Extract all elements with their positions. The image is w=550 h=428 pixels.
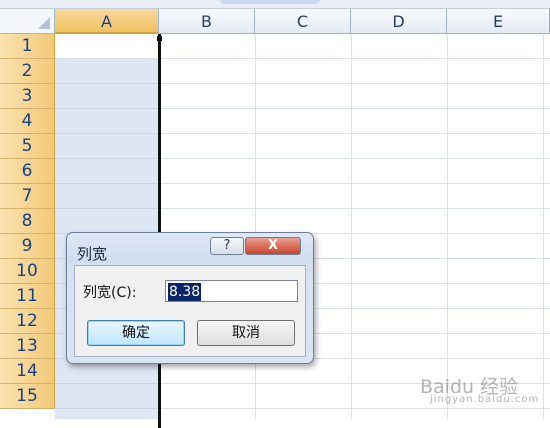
ribbon-tab-hint bbox=[220, 0, 320, 4]
select-all-triangle-icon bbox=[38, 17, 50, 29]
column-header-b[interactable]: B bbox=[159, 9, 255, 34]
row-header[interactable]: 5 bbox=[0, 134, 55, 159]
row-header[interactable]: 9 bbox=[0, 234, 55, 259]
column-header-c[interactable]: C bbox=[255, 9, 351, 34]
watermark-logo: Baidu 经验 jingyan.baidu.com bbox=[420, 372, 538, 405]
help-button[interactable]: ? bbox=[210, 237, 244, 255]
dialog-body: 列宽(C): 8.38 确定 取消 bbox=[74, 265, 306, 357]
cancel-button[interactable]: 取消 bbox=[197, 320, 295, 346]
column-header-e[interactable]: E bbox=[447, 9, 550, 34]
ribbon-bottom-edge bbox=[0, 0, 550, 9]
close-button[interactable]: X bbox=[245, 237, 301, 255]
row-header[interactable]: 8 bbox=[0, 209, 55, 234]
ok-button[interactable]: 确定 bbox=[87, 320, 185, 346]
row-header[interactable]: 2 bbox=[0, 59, 55, 84]
row-header[interactable]: 7 bbox=[0, 184, 55, 209]
row-header[interactable]: 13 bbox=[0, 334, 55, 359]
selection-fill-handle[interactable] bbox=[157, 36, 162, 41]
column-header-d[interactable]: D bbox=[351, 9, 447, 34]
row-header[interactable]: 6 bbox=[0, 159, 55, 184]
row-header[interactable]: 10 bbox=[0, 259, 55, 284]
column-width-input[interactable]: 8.38 bbox=[165, 280, 298, 302]
row-header[interactable]: 4 bbox=[0, 109, 55, 134]
row-header[interactable]: 12 bbox=[0, 309, 55, 334]
select-all-corner[interactable] bbox=[0, 9, 55, 34]
row-header[interactable]: 11 bbox=[0, 284, 55, 309]
column-header-a[interactable]: A bbox=[55, 9, 159, 34]
column-width-label: 列宽(C): bbox=[83, 285, 137, 301]
row-header[interactable]: 15 bbox=[0, 384, 55, 409]
row-header[interactable]: 1 bbox=[0, 34, 55, 59]
row-header[interactable]: 3 bbox=[0, 84, 55, 109]
dialog-title: 列宽 bbox=[77, 245, 108, 263]
watermark-subtext: jingyan.baidu.com bbox=[430, 394, 540, 405]
active-cell-a1[interactable] bbox=[55, 34, 159, 59]
row-header[interactable]: 14 bbox=[0, 359, 55, 384]
column-width-value: 8.38 bbox=[168, 283, 202, 301]
column-border-drag-line[interactable] bbox=[158, 34, 161, 428]
column-width-dialog: 列宽 ? X 列宽(C): 8.38 确定 取消 bbox=[66, 232, 314, 364]
